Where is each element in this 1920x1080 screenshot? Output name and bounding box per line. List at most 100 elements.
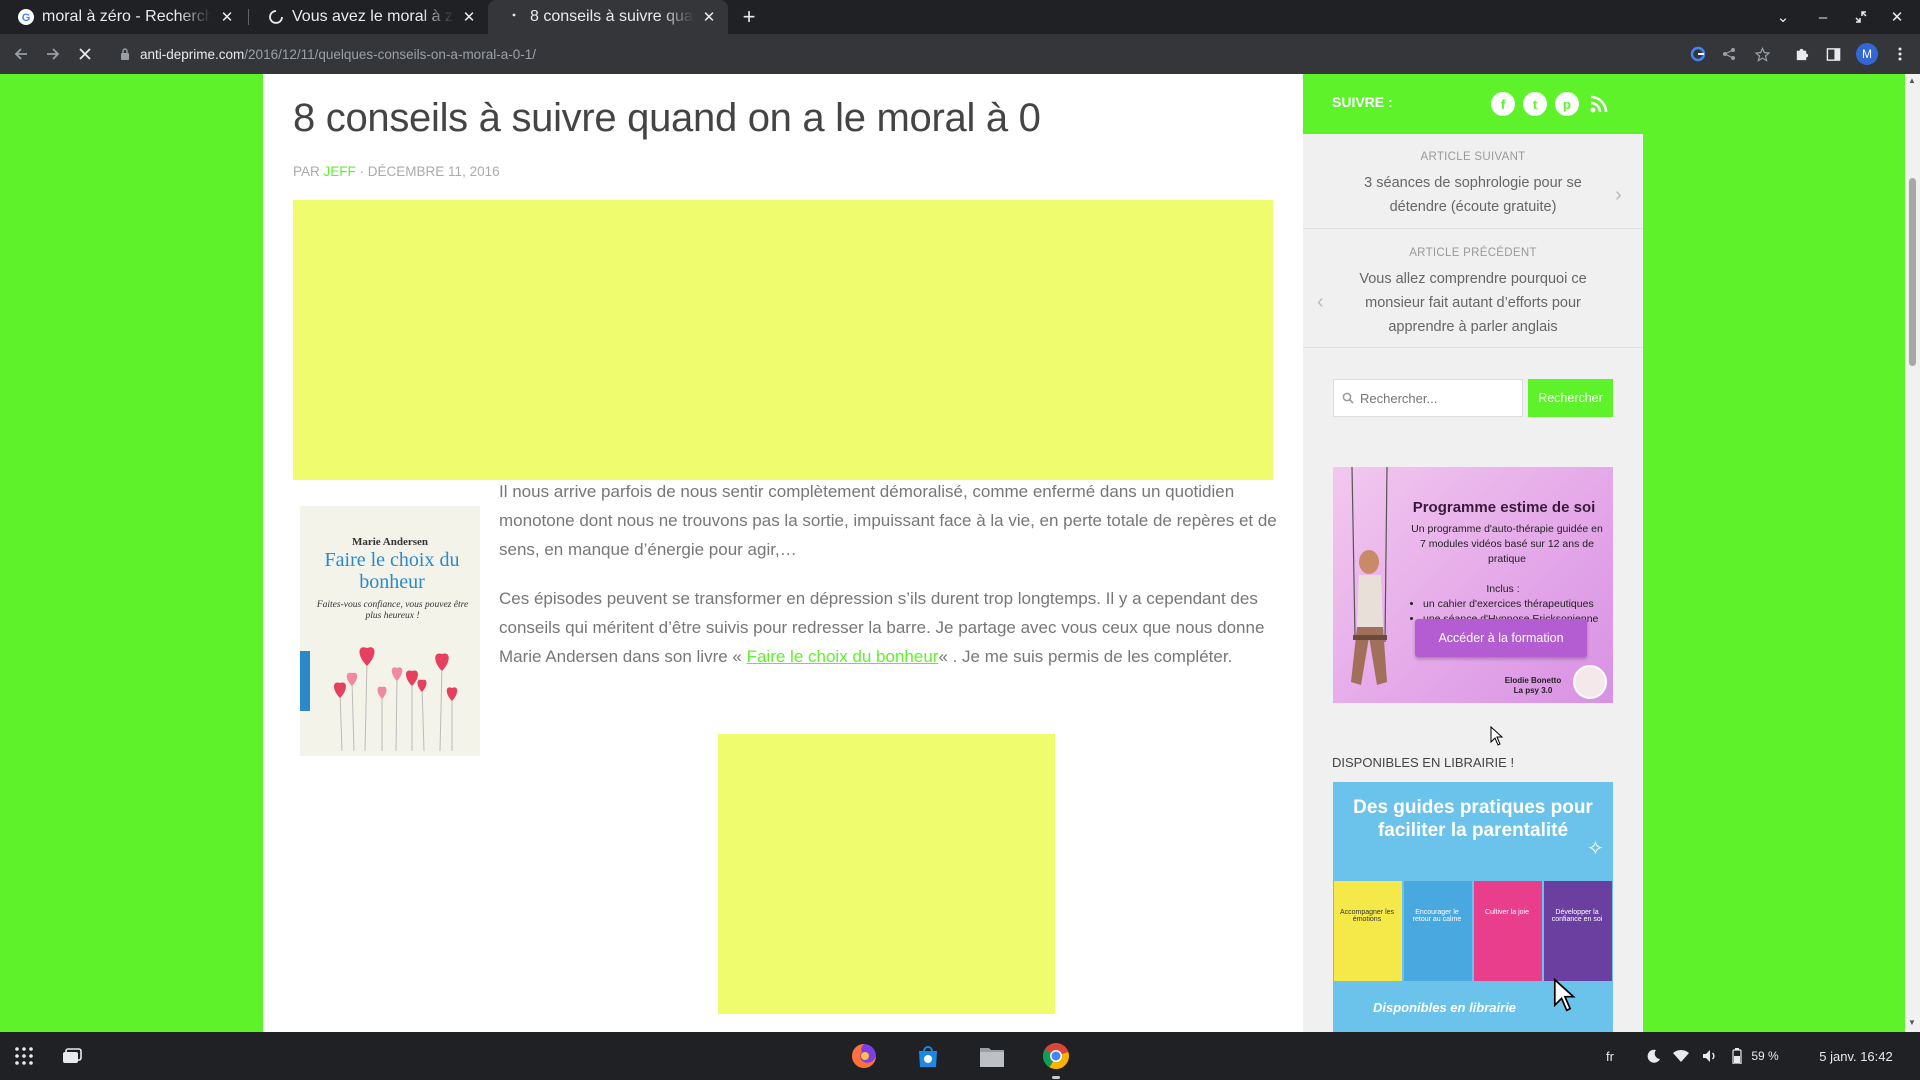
tab-google-search[interactable]: G moral à zéro - Recherche Google ✕: [0, 0, 246, 34]
scroll-down-arrow-icon[interactable]: ▼: [1908, 1018, 1916, 1027]
google-lens-icon[interactable]: [1685, 41, 1711, 67]
article-date: · DÉCEMBRE 11, 2016: [359, 164, 500, 179]
kebab-menu-icon[interactable]: [1887, 41, 1913, 67]
book-cover-image[interactable]: Marie Andersen Faire le choix du bonheur…: [300, 506, 480, 756]
guides-bottom-text: Disponibles en librairie: [1373, 1000, 1517, 1015]
guide-book[interactable]: Cultiver la joie: [1474, 881, 1542, 981]
follow-label: SUIVRE :: [1332, 94, 1393, 110]
promo-banner[interactable]: Programme estime de soi Un programme d'a…: [1333, 467, 1613, 703]
restore-icon[interactable]: [1844, 0, 1878, 34]
mouse-cursor-icon: [1490, 726, 1504, 746]
overview-icon[interactable]: [58, 1042, 86, 1070]
tab-vous-avez-le-moral[interactable]: Vous avez le moral à zéro ✕: [250, 0, 488, 34]
active-app-indicator: [1052, 1076, 1060, 1079]
tab-title: Vous avez le moral à zéro: [292, 8, 454, 25]
next-article-label: ARTICLE SUIVANT: [1420, 151, 1526, 163]
store-icon[interactable]: [912, 1042, 944, 1070]
guide-book-label: Développer la confiance en soi: [1551, 909, 1603, 923]
search-field[interactable]: [1333, 379, 1523, 417]
ad-square-placeholder[interactable]: [718, 734, 1055, 1014]
back-arrow-icon[interactable]: [8, 41, 34, 67]
lock-icon: [121, 48, 129, 60]
battery-percentage[interactable]: 59 %: [1748, 1042, 1782, 1070]
wifi-icon[interactable]: [1672, 1042, 1690, 1070]
chrome-icon[interactable]: [1040, 1042, 1072, 1070]
firefox-icon[interactable]: [848, 1042, 880, 1070]
next-article-title[interactable]: 3 séances de sophrologie pour se détendr…: [1358, 171, 1588, 219]
chevron-right-icon[interactable]: ›: [1615, 184, 1622, 207]
google-g-icon: G: [18, 9, 34, 25]
guide-book-label: Accompagner les émotions: [1339, 909, 1395, 923]
window-close-icon[interactable]: ✕: [1880, 0, 1914, 34]
loading-dot-icon: [512, 13, 516, 17]
promo-author: Elodie Bonetto La psy 3.0: [1503, 676, 1563, 696]
swing-woman-illustration: [1351, 467, 1388, 685]
books-widget-title: DISPONIBLES EN LIBRAIRIE !: [1332, 755, 1515, 770]
chevron-left-icon[interactable]: ‹: [1317, 291, 1324, 314]
sidebar: SUIVRE : f t p ARTICLE SUIVANT 3 séances…: [1303, 74, 1643, 1032]
close-icon[interactable]: ✕: [460, 8, 478, 26]
clock-datetime[interactable]: 5 janv. 16:42: [1810, 1042, 1902, 1070]
tab-8-conseils[interactable]: 8 conseils à suivre quand on a le moral …: [488, 0, 728, 34]
hearts-illustration: [334, 647, 458, 751]
previous-article-title[interactable]: Vous allez comprendre pourquoi ce monsie…: [1358, 267, 1588, 339]
author-link[interactable]: JEFF: [324, 164, 356, 179]
tab-title: moral à zéro - Recherche Google: [42, 8, 212, 25]
mouse-cursor-icon: [1553, 978, 1576, 1012]
forward-arrow-icon[interactable]: [40, 41, 66, 67]
promo-description: Un programme d'auto-thérapie guidée en 7…: [1411, 523, 1603, 565]
paragraph-text: « . Je me suis permis de les compléter.: [938, 647, 1233, 666]
battery-icon[interactable]: [1730, 1042, 1744, 1070]
page-scrollbar[interactable]: ▲ ▼: [1905, 74, 1920, 1032]
search-button[interactable]: Rechercher: [1528, 379, 1613, 417]
browser-tab-strip: G moral à zéro - Recherche Google ✕ Vous…: [0, 0, 1920, 34]
volume-icon[interactable]: [1701, 1042, 1719, 1070]
night-mode-icon[interactable]: [1645, 1042, 1663, 1070]
address-bar[interactable]: anti-deprime.com/2016/12/11/quelques-con…: [120, 42, 536, 66]
profile-avatar[interactable]: M: [1856, 43, 1878, 65]
previous-article-nav[interactable]: ARTICLE PRÉCÉDENT Vous allez comprendre …: [1303, 247, 1643, 339]
close-icon[interactable]: ✕: [700, 8, 718, 26]
close-icon[interactable]: ✕: [218, 8, 236, 26]
bookmark-star-icon[interactable]: [1749, 41, 1775, 67]
next-article-nav[interactable]: ARTICLE SUIVANT 3 séances de sophrologie…: [1303, 151, 1643, 219]
follow-bar: SUIVRE : f t p: [1303, 74, 1643, 134]
browser-toolbar: anti-deprime.com/2016/12/11/quelques-con…: [0, 34, 1920, 74]
tab-search-chevron-icon[interactable]: ⌄: [1766, 0, 1800, 34]
loading-spinner-icon: [269, 10, 283, 24]
app-launcher-icon[interactable]: [10, 1042, 38, 1070]
url-host: anti-deprime.com: [140, 46, 245, 62]
pinterest-icon[interactable]: p: [1555, 92, 1579, 116]
files-icon[interactable]: [976, 1042, 1008, 1070]
page-viewport: 8 conseils à suivre quand on a le moral …: [0, 74, 1920, 1032]
book-author: Marie Andersen: [351, 536, 429, 548]
scrollbar-thumb[interactable]: [1909, 178, 1916, 366]
guide-book-label: Encourager le retour au calme: [1412, 909, 1462, 923]
scroll-up-arrow-icon[interactable]: ▲: [1908, 76, 1916, 85]
guide-book[interactable]: Encourager le retour au calme: [1404, 881, 1472, 981]
search-icon: [1342, 392, 1354, 404]
extensions-puzzle-icon[interactable]: [1788, 41, 1814, 67]
promo-cta-button[interactable]: Accéder à la formation: [1415, 619, 1587, 657]
promo-title: Programme estime de soi: [1412, 499, 1596, 516]
facebook-icon[interactable]: f: [1491, 92, 1515, 116]
svg-text:G: G: [22, 12, 31, 24]
share-icon[interactable]: [1716, 41, 1742, 67]
divider: [1303, 347, 1643, 348]
book-link[interactable]: Faire le choix du bonheur: [747, 647, 939, 666]
side-panel-icon[interactable]: [1820, 41, 1846, 67]
guide-book[interactable]: Accompagner les émotions: [1334, 881, 1402, 981]
author-avatar: [1573, 665, 1607, 699]
guide-book[interactable]: Développer la confiance en soi: [1544, 881, 1612, 981]
book-title: Faire le choix du bonheur: [324, 549, 460, 593]
twitter-icon[interactable]: t: [1523, 92, 1547, 116]
ad-banner-placeholder[interactable]: [293, 200, 1273, 480]
rss-icon[interactable]: [1587, 92, 1611, 116]
new-tab-button[interactable]: +: [736, 4, 762, 30]
book-spine: [300, 651, 310, 711]
language-indicator[interactable]: fr: [1600, 1042, 1620, 1070]
promo-author-brand: La psy 3.0: [1513, 686, 1553, 695]
stop-loading-icon[interactable]: [72, 41, 98, 67]
search-input[interactable]: [1360, 390, 1510, 406]
minimize-icon[interactable]: –: [1806, 0, 1840, 34]
